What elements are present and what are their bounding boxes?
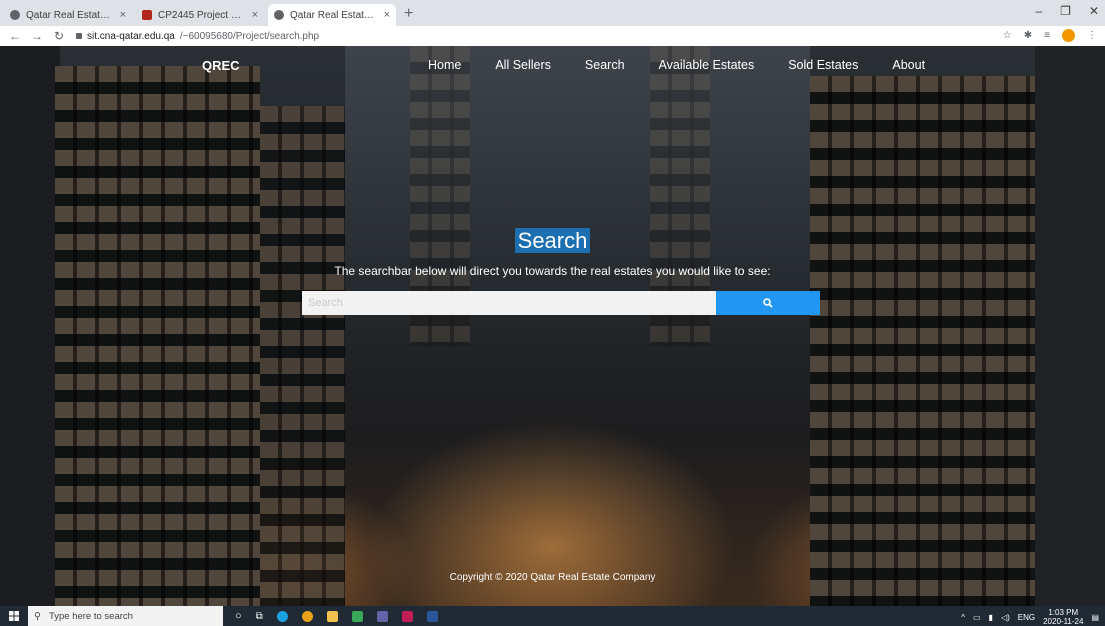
profile-avatar-icon[interactable] xyxy=(1062,29,1075,42)
browser-tab-2[interactable]: CP2445 Project Fall 2020 - CP2445 × xyxy=(136,4,264,26)
browser-tab-1[interactable]: Qatar Real Estate Company × xyxy=(4,4,132,26)
nav-sold-estates[interactable]: Sold Estates xyxy=(788,58,858,72)
window-controls: – ❐ ✕ xyxy=(1035,4,1099,18)
back-arrow-icon[interactable]: ← xyxy=(8,29,22,43)
search-input[interactable] xyxy=(302,291,716,315)
star-icon[interactable]: ☆ xyxy=(1003,30,1012,41)
volume-icon[interactable]: ◁) xyxy=(1001,613,1010,622)
language-indicator[interactable]: ENG xyxy=(1018,613,1035,622)
page-heading-wrap: Search xyxy=(0,228,1105,254)
chrome-icon[interactable] xyxy=(301,610,313,622)
url-host: sit.cna-qatar.edu.qa xyxy=(87,30,175,42)
background-building xyxy=(55,66,260,606)
nav-links: Home All Sellers Search Available Estate… xyxy=(428,58,959,72)
app-icon[interactable] xyxy=(401,610,413,622)
close-window-icon[interactable]: ✕ xyxy=(1089,4,1099,18)
windows-logo-icon xyxy=(9,611,19,621)
taskbar-search-placeholder: Type here to search xyxy=(48,610,133,622)
search-icon xyxy=(763,298,773,308)
clock-time: 1:03 PM xyxy=(1048,608,1079,617)
page-viewport: QREC Home All Sellers Search Available E… xyxy=(0,46,1105,606)
edge-icon[interactable] xyxy=(276,610,288,622)
menu-icon[interactable]: ⋮ xyxy=(1087,30,1097,41)
background-haze xyxy=(345,46,810,606)
browser-tab-strip: Qatar Real Estate Company × CP2445 Proje… xyxy=(0,0,1105,26)
file-explorer-icon[interactable] xyxy=(326,610,338,622)
search-icon: ⚲ xyxy=(34,610,41,622)
lock-icon xyxy=(76,33,82,39)
nav-about[interactable]: About xyxy=(892,58,925,72)
battery-icon[interactable]: ▮ xyxy=(989,613,993,622)
project-icon xyxy=(142,10,152,20)
globe-icon xyxy=(274,10,284,20)
address-bar: ← → ↻ sit.cna-qatar.edu.qa /~60095680/Pro… xyxy=(0,26,1105,46)
nav-home[interactable]: Home xyxy=(428,58,461,72)
search-button[interactable] xyxy=(716,291,820,315)
app-icon[interactable] xyxy=(351,610,363,622)
restore-icon[interactable]: ❐ xyxy=(1060,4,1071,18)
taskbar-search-box[interactable]: ⚲ Type here to search xyxy=(28,606,223,626)
browser-tab-3[interactable]: Qatar Real Estate Company × xyxy=(268,4,396,26)
system-tray: ^ ▭ ▮ ◁) ENG 1:03 PM 2020-11-24 ▤ xyxy=(961,608,1099,626)
site-footer: Copyright © 2020 Qatar Real Estate Compa… xyxy=(449,572,656,583)
close-tab-icon[interactable]: × xyxy=(252,9,258,21)
nav-all-sellers[interactable]: All Sellers xyxy=(495,58,551,72)
windows-start-icon[interactable] xyxy=(0,611,28,621)
globe-icon xyxy=(10,10,20,20)
clock-date: 2020-11-24 xyxy=(1043,617,1084,626)
page-subtitle: The searchbar below will direct you towa… xyxy=(334,264,771,278)
os-taskbar: ⚲ Type here to search ○ ⧉ ^ ▭ ▮ ◁) ENG 1… xyxy=(0,606,1105,626)
site-brand[interactable]: QREC xyxy=(202,58,240,73)
notifications-icon[interactable]: ▤ xyxy=(1091,613,1099,622)
taskbar-apps: ○ ⧉ xyxy=(235,610,438,622)
forward-arrow-icon[interactable]: → xyxy=(30,29,44,43)
close-tab-icon[interactable]: × xyxy=(384,9,390,21)
url-field[interactable]: sit.cna-qatar.edu.qa /~60095680/Project/s… xyxy=(76,31,319,42)
clock[interactable]: 1:03 PM 2020-11-24 xyxy=(1043,608,1083,626)
background-building xyxy=(260,106,345,606)
task-view-icon[interactable]: ⧉ xyxy=(256,611,263,622)
tab-title: CP2445 Project Fall 2020 - CP2445 xyxy=(158,9,246,21)
background-building xyxy=(810,76,1035,606)
extensions-icon[interactable]: ✱ xyxy=(1024,30,1032,41)
nav-search[interactable]: Search xyxy=(585,58,625,72)
reload-icon[interactable]: ↻ xyxy=(52,29,66,43)
page-title: Search xyxy=(514,228,591,253)
cortana-icon[interactable]: ○ xyxy=(235,610,242,622)
background-building xyxy=(1035,46,1105,606)
word-icon[interactable] xyxy=(426,610,438,622)
search-bar xyxy=(302,291,820,315)
chevron-up-icon[interactable]: ^ xyxy=(961,613,965,622)
reading-list-icon[interactable]: ≡ xyxy=(1044,30,1050,41)
app-icon[interactable] xyxy=(376,610,388,622)
close-tab-icon[interactable]: × xyxy=(120,9,126,21)
background-building xyxy=(0,46,60,606)
nav-available-estates[interactable]: Available Estates xyxy=(659,58,755,72)
new-tab-button[interactable]: + xyxy=(404,4,413,26)
minimize-icon[interactable]: – xyxy=(1035,4,1042,18)
url-path: /~60095680/Project/search.php xyxy=(179,30,320,42)
network-icon[interactable]: ▭ xyxy=(973,613,981,622)
tab-title: Qatar Real Estate Company xyxy=(26,9,114,21)
browser-actions: ☆ ✱ ≡ ⋮ xyxy=(1003,29,1097,42)
site-navbar: QREC Home All Sellers Search Available E… xyxy=(0,58,1105,76)
tab-title: Qatar Real Estate Company xyxy=(290,9,378,21)
